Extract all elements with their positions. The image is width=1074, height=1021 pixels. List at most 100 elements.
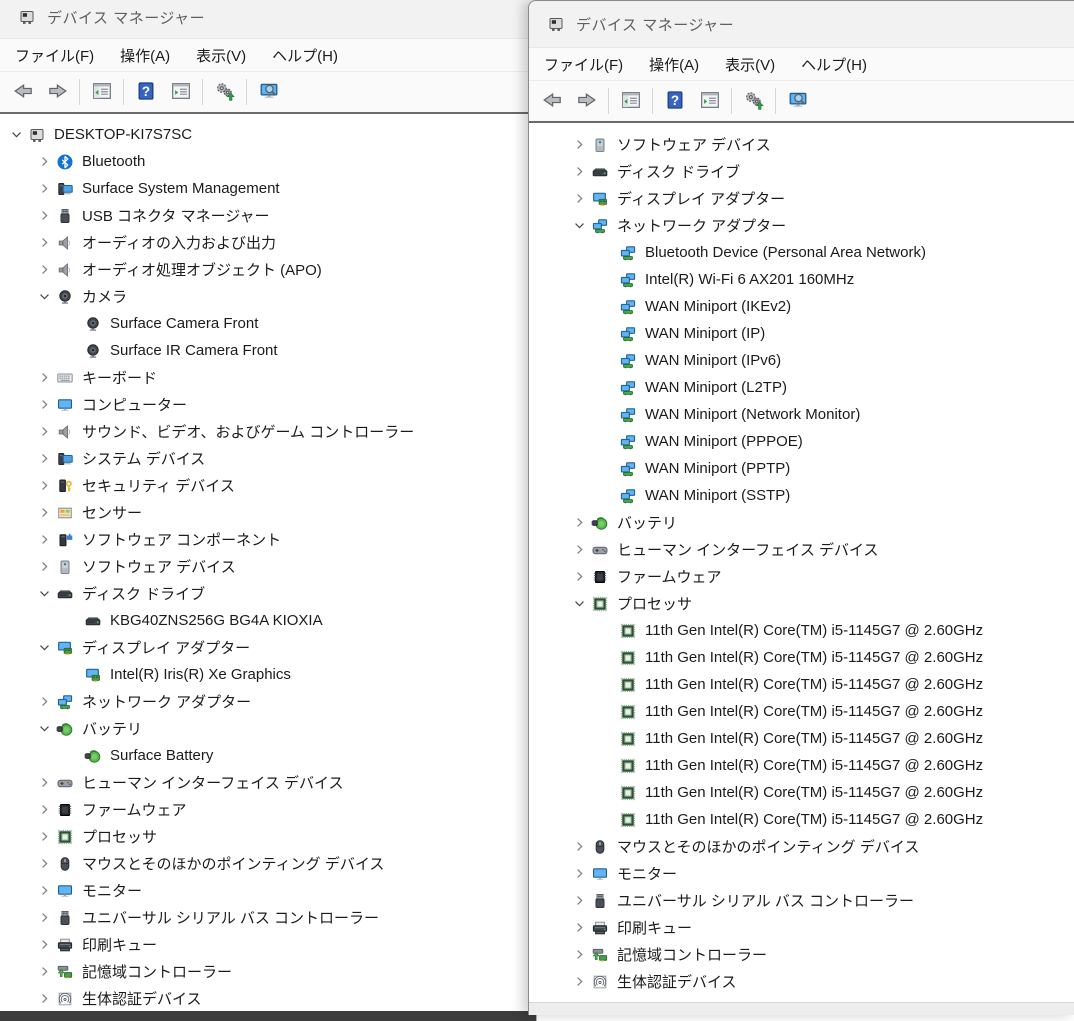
chevron-right-icon[interactable]	[567, 160, 591, 184]
tree-item[interactable]: サウンド、ビデオ、およびゲーム コントローラー	[0, 418, 536, 445]
chevron-right-icon[interactable]	[32, 690, 56, 714]
tree-item[interactable]: Bluetooth	[0, 148, 536, 175]
chevron-right-icon[interactable]	[32, 177, 56, 201]
menu-action[interactable]: 操作(A)	[107, 41, 183, 70]
help-button[interactable]: ?	[658, 85, 691, 117]
tree-item[interactable]: ディスク ドライブ	[0, 580, 536, 607]
tree-item[interactable]: マウスとそのほかのポインティング デバイス	[0, 850, 536, 877]
tree-item[interactable]: WAN Miniport (PPTP)	[535, 455, 1074, 482]
menu-view[interactable]: 表示(V)	[183, 41, 259, 70]
chevron-down-icon[interactable]	[567, 214, 591, 238]
chevron-down-icon[interactable]	[32, 717, 56, 741]
chevron-right-icon[interactable]	[567, 187, 591, 211]
tree-item[interactable]: ファームウェア	[0, 796, 536, 823]
tree-item[interactable]: WAN Miniport (PPPOE)	[535, 428, 1074, 455]
tree-item[interactable]: ユニバーサル シリアル バス コントローラー	[0, 904, 536, 931]
chevron-down-icon[interactable]	[32, 285, 56, 309]
tree-item[interactable]: ヒューマン インターフェイス デバイス	[535, 536, 1074, 563]
chevron-right-icon[interactable]	[32, 366, 56, 390]
chevron-right-icon[interactable]	[32, 258, 56, 282]
tree-item[interactable]: KBG40ZNS256G BG4A KIOXIA	[0, 607, 536, 634]
tree-item[interactable]: Surface Camera Front	[0, 310, 536, 337]
chevron-right-icon[interactable]	[32, 555, 56, 579]
search-computer-button[interactable]	[781, 85, 814, 117]
tree-item[interactable]: WAN Miniport (IKEv2)	[535, 293, 1074, 320]
back-button[interactable]	[6, 76, 39, 108]
chevron-right-icon[interactable]	[567, 916, 591, 940]
tree-item[interactable]: カメラ	[0, 283, 536, 310]
chevron-right-icon[interactable]	[32, 474, 56, 498]
tree-item[interactable]: ソフトウェア デバイス	[535, 131, 1074, 158]
menu-help[interactable]: ヘルプ(H)	[259, 41, 351, 70]
chevron-right-icon[interactable]	[32, 906, 56, 930]
tree-item[interactable]: ネットワーク アダプター	[535, 212, 1074, 239]
chevron-right-icon[interactable]	[567, 538, 591, 562]
tree-item[interactable]: バッテリ	[535, 509, 1074, 536]
tree-item[interactable]: 生体認証デバイス	[535, 968, 1074, 995]
tree-item[interactable]: 11th Gen Intel(R) Core(TM) i5-1145G7 @ 2…	[535, 698, 1074, 725]
chevron-right-icon[interactable]	[567, 943, 591, 967]
show-console-tree-button[interactable]	[85, 76, 118, 108]
chevron-right-icon[interactable]	[32, 150, 56, 174]
chevron-right-icon[interactable]	[32, 231, 56, 255]
tree-item[interactable]: ディスプレイ アダプター	[535, 185, 1074, 212]
tree-item[interactable]: WAN Miniport (L2TP)	[535, 374, 1074, 401]
chevron-right-icon[interactable]	[567, 862, 591, 886]
chevron-right-icon[interactable]	[32, 987, 56, 1011]
chevron-right-icon[interactable]	[32, 420, 56, 444]
chevron-right-icon[interactable]	[567, 835, 591, 859]
chevron-right-icon[interactable]	[32, 960, 56, 984]
tree-item[interactable]: 印刷キュー	[535, 914, 1074, 941]
chevron-right-icon[interactable]	[32, 447, 56, 471]
tree-item[interactable]: Bluetooth Device (Personal Area Network)	[535, 239, 1074, 266]
tree-item[interactable]: Surface Battery	[0, 742, 536, 769]
tree-item[interactable]: ユニバーサル シリアル バス コントローラー	[535, 887, 1074, 914]
chevron-right-icon[interactable]	[32, 825, 56, 849]
tree-item[interactable]: DESKTOP-KI7S7SC	[0, 121, 536, 148]
tree-item[interactable]: 11th Gen Intel(R) Core(TM) i5-1145G7 @ 2…	[535, 617, 1074, 644]
tree-item[interactable]: ソフトウェア コンポーネント	[0, 526, 536, 553]
titlebar[interactable]: デバイス マネージャー	[0, 0, 536, 39]
chevron-down-icon[interactable]	[32, 582, 56, 606]
tree-item[interactable]: モニター	[535, 860, 1074, 887]
chevron-right-icon[interactable]	[32, 798, 56, 822]
tree-item[interactable]: ディスプレイ アダプター	[0, 634, 536, 661]
tree-item[interactable]: 11th Gen Intel(R) Core(TM) i5-1145G7 @ 2…	[535, 644, 1074, 671]
show-console-tree-button[interactable]	[614, 85, 647, 117]
titlebar[interactable]: デバイス マネージャー	[529, 1, 1074, 48]
chevron-right-icon[interactable]	[32, 852, 56, 876]
tree-item[interactable]: システム デバイス	[0, 445, 536, 472]
tree-item[interactable]: 11th Gen Intel(R) Core(TM) i5-1145G7 @ 2…	[535, 779, 1074, 806]
tree-item[interactable]: Intel(R) Wi-Fi 6 AX201 160MHz	[535, 266, 1074, 293]
tree-item[interactable]: 11th Gen Intel(R) Core(TM) i5-1145G7 @ 2…	[535, 671, 1074, 698]
tree-item[interactable]: 印刷キュー	[0, 931, 536, 958]
tree-item[interactable]: オーディオの入力および出力	[0, 229, 536, 256]
tree-item[interactable]: WAN Miniport (Network Monitor)	[535, 401, 1074, 428]
tree-item[interactable]: ネットワーク アダプター	[0, 688, 536, 715]
tree-item[interactable]: プロセッサ	[0, 823, 536, 850]
menu-help[interactable]: ヘルプ(H)	[788, 50, 880, 79]
tree-item[interactable]: モニター	[0, 877, 536, 904]
tree-item[interactable]: 11th Gen Intel(R) Core(TM) i5-1145G7 @ 2…	[535, 806, 1074, 833]
menu-file[interactable]: ファイル(F)	[2, 41, 107, 70]
chevron-down-icon[interactable]	[4, 123, 28, 147]
forward-button[interactable]	[570, 85, 603, 117]
menu-file[interactable]: ファイル(F)	[531, 50, 636, 79]
tree-item[interactable]: Surface System Management	[0, 175, 536, 202]
tree-item[interactable]: プロセッサ	[535, 590, 1074, 617]
tree-item[interactable]: 11th Gen Intel(R) Core(TM) i5-1145G7 @ 2…	[535, 752, 1074, 779]
chevron-right-icon[interactable]	[567, 889, 591, 913]
tree-item[interactable]: WAN Miniport (SSTP)	[535, 482, 1074, 509]
show-properties-button[interactable]	[164, 76, 197, 108]
chevron-right-icon[interactable]	[567, 970, 591, 994]
chevron-right-icon[interactable]	[32, 393, 56, 417]
chevron-right-icon[interactable]	[32, 528, 56, 552]
menu-action[interactable]: 操作(A)	[636, 50, 712, 79]
chevron-right-icon[interactable]	[567, 565, 591, 589]
tree-item[interactable]: マウスとそのほかのポインティング デバイス	[535, 833, 1074, 860]
show-properties-button[interactable]	[693, 85, 726, 117]
search-computer-button[interactable]	[252, 76, 285, 108]
menu-view[interactable]: 表示(V)	[712, 50, 788, 79]
tree-item[interactable]: センサー	[0, 499, 536, 526]
forward-button[interactable]	[41, 76, 74, 108]
